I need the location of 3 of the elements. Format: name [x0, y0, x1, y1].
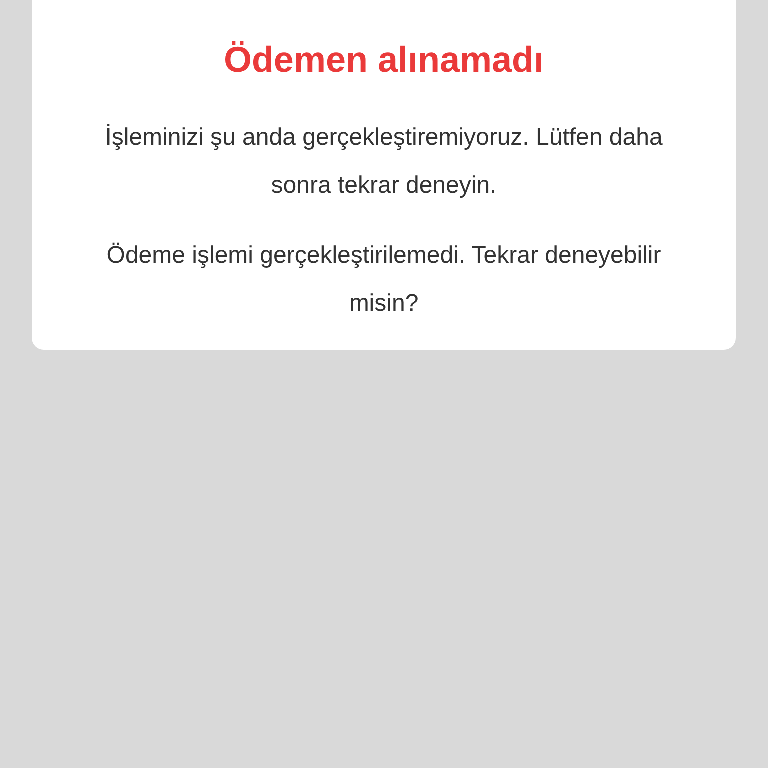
message-text: Ödeme işlemi gerçekleştirilemedi. Tekrar deneyebilir misin? — [106, 241, 662, 319]
dialog-title: Ödemen alınamadı — [224, 38, 544, 82]
message-text: İşleminizi şu anda gerçekleştiremiyoruz. Lütfen daha sonra tekrar deneyin. — [104, 123, 664, 201]
